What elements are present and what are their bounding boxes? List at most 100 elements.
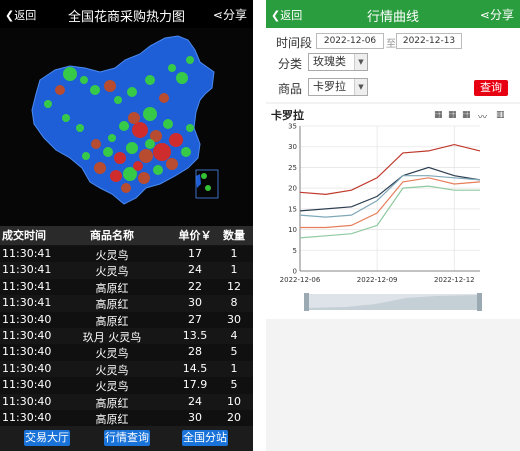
- trend-screen: ❮返回 行情曲线 ⋖分享 时间段 2022-12-06 至 2022-12-13…: [266, 0, 520, 451]
- y-tick-label: 35: [288, 123, 297, 131]
- row-time: 11:30:41: [2, 279, 52, 293]
- row-price: 30: [188, 411, 202, 424]
- table-row: 11:30:41 高原红 22 12: [0, 278, 253, 296]
- y-tick-label: 15: [288, 205, 297, 213]
- row-qty: 5: [230, 345, 238, 359]
- share-button-right[interactable]: ⋖分享: [480, 6, 514, 23]
- chevron-down-icon: ▼: [354, 54, 367, 70]
- row-price: 17.9: [182, 378, 208, 392]
- row-price: 30: [188, 296, 202, 310]
- table-row: 11:30:40 火灵鸟 28 5: [0, 344, 253, 362]
- trading-hall-button[interactable]: 交易大厅: [24, 430, 70, 446]
- heat-dot: [91, 139, 101, 149]
- time-label: 时间段: [276, 36, 313, 50]
- heat-dot: [76, 124, 84, 132]
- trend-chart: 卡罗拉 ▦ ▦ ▦ 〰 ▥ 0 5 10 15 20 25 30 35 2022-12-06 20…: [266, 104, 520, 319]
- to-label: 至: [386, 39, 396, 50]
- heat-dot: [153, 143, 171, 161]
- series-line: [300, 177, 481, 229]
- row-time: 11:30:40: [2, 312, 52, 326]
- table-row: 11:30:41 火灵鸟 24 1: [0, 262, 253, 280]
- row-qty: 20: [227, 411, 241, 424]
- heat-dot: [186, 56, 194, 64]
- table-row: 11:30:40 火灵鸟 17.9 5: [0, 377, 253, 395]
- y-tick-label: 0: [293, 268, 297, 276]
- heat-dot: [80, 76, 88, 84]
- bottom-nav: 交易大厅 行情查询 全国分站: [0, 426, 253, 451]
- row-price: 28: [188, 345, 202, 359]
- heat-dot: [55, 85, 65, 95]
- heat-dot: [82, 152, 90, 160]
- heat-dot: [133, 161, 143, 171]
- heat-dot: [186, 124, 194, 132]
- heat-dot: [205, 185, 211, 191]
- heat-dot: [181, 147, 191, 157]
- heat-dot: [110, 170, 122, 182]
- category-label: 分类: [278, 57, 303, 71]
- heat-dot: [143, 107, 157, 121]
- heat-dot: [114, 96, 122, 104]
- market-query-button[interactable]: 行情查询: [104, 430, 150, 446]
- chevron-down-icon: ▼: [354, 79, 367, 95]
- product-select[interactable]: 卡罗拉 ▼: [308, 78, 368, 96]
- row-price: 22: [188, 279, 202, 293]
- row-name: 高原红: [95, 281, 129, 295]
- col-qty: 数量: [223, 229, 245, 242]
- series-line: [299, 166, 481, 212]
- heat-dot: [145, 75, 155, 85]
- col-time: 成交时间: [2, 229, 46, 242]
- row-qty: 1: [230, 361, 238, 375]
- row-name: 高原红: [95, 396, 129, 410]
- row-name: 高原红: [95, 413, 129, 426]
- row-time: 11:30:40: [2, 361, 52, 375]
- y-tick-label: 10: [288, 226, 297, 234]
- table-row: 11:30:40 高原红 24 10: [0, 393, 253, 411]
- share-icon: ⋖: [212, 8, 223, 22]
- chart-plot: 0 5 10 15 20 25 30 35 2022-12-06 2022-12-09 2022-1…: [280, 123, 481, 284]
- heat-dot: [153, 165, 163, 175]
- col-name: 商品名称: [90, 229, 134, 242]
- range-handle-right: [477, 293, 482, 311]
- range-slider[interactable]: [266, 290, 520, 314]
- row-price: 24: [188, 263, 202, 277]
- row-time: 11:30:41: [2, 247, 52, 260]
- row-price: 14.5: [182, 361, 208, 375]
- table-row: 11:30:40 火灵鸟 14.5 1: [0, 360, 253, 378]
- query-button[interactable]: 查询: [474, 80, 508, 96]
- heat-dot: [163, 119, 173, 129]
- heat-dot: [62, 114, 70, 122]
- row-name: 火灵鸟: [95, 347, 129, 361]
- row-time: 11:30:40: [2, 394, 52, 408]
- heat-dot: [103, 147, 113, 157]
- category-select[interactable]: 玫瑰类 ▼: [308, 53, 368, 71]
- row-price: 13.5: [182, 329, 208, 342]
- product-label: 商品: [278, 82, 303, 96]
- heat-dot: [121, 183, 131, 193]
- row-time: 11:30:40: [2, 345, 52, 359]
- y-tick-label: 20: [288, 185, 297, 193]
- heat-dot: [108, 134, 116, 142]
- left-header: ❮返回 全国花商采购热力图 ⋖分享: [0, 0, 253, 28]
- national-sites-button[interactable]: 全国分站: [182, 430, 228, 446]
- date-to-input[interactable]: 2022-12-13: [396, 33, 462, 49]
- series-line: [299, 143, 481, 196]
- row-qty: 10: [227, 394, 241, 408]
- heat-dot: [145, 139, 155, 149]
- heat-dot: [159, 93, 169, 103]
- heat-map: [0, 28, 253, 226]
- table-row: 11:30:40 高原红 27 30: [0, 311, 253, 329]
- y-tick-label: 30: [288, 143, 297, 151]
- row-name: 火灵鸟: [95, 380, 129, 394]
- date-from-input[interactable]: 2022-12-06: [316, 33, 384, 49]
- row-time: 11:30:41: [2, 296, 52, 310]
- heat-dot: [138, 172, 150, 184]
- heat-dot: [168, 64, 176, 72]
- series-line: [299, 175, 481, 218]
- row-time: 11:30:40: [2, 411, 52, 424]
- share-button[interactable]: ⋖分享: [213, 6, 247, 23]
- heat-dot: [104, 80, 116, 92]
- row-time: 11:30:40: [2, 378, 52, 392]
- heat-dot: [169, 133, 183, 147]
- row-name: 高原红: [95, 314, 129, 328]
- row-qty: 5: [230, 378, 238, 392]
